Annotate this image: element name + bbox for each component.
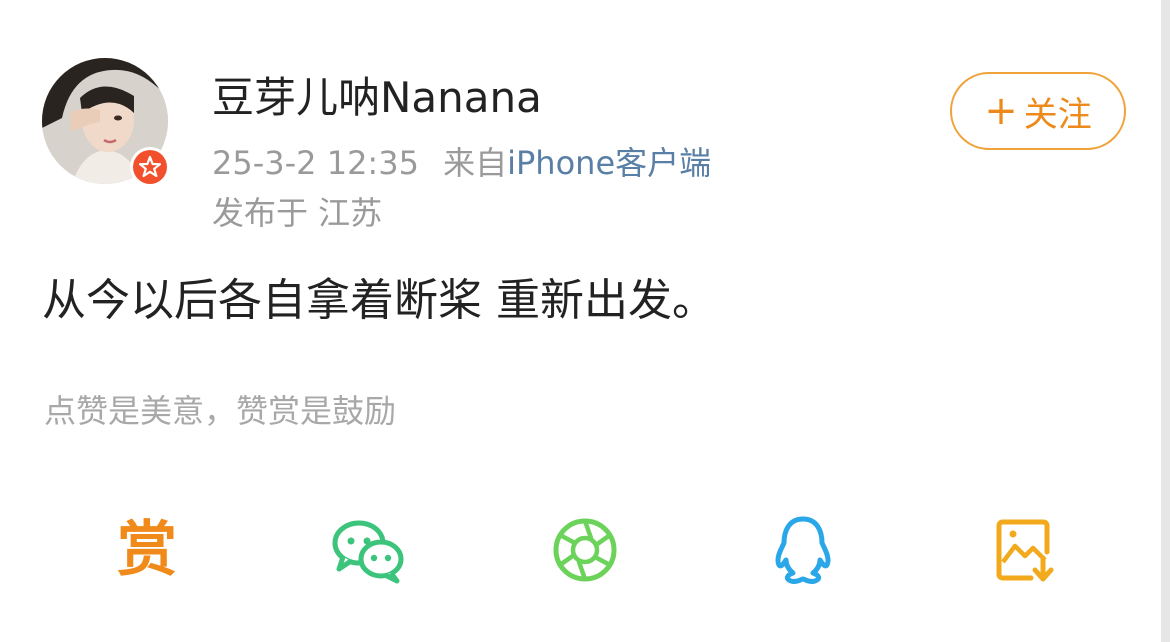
reward-note: 点赞是美意，赞赏是鼓励 — [44, 392, 397, 430]
post-text: 从今以后各自拿着断桨 重新出发。 — [42, 275, 716, 326]
source-client[interactable]: iPhone客户端 — [507, 144, 711, 182]
post-meta: 25-3-2 12:35 来自iPhone客户端 — [212, 142, 711, 184]
reward-button[interactable]: 赏 — [102, 505, 192, 595]
reward-icon: 赏 — [117, 515, 177, 585]
save-image-button[interactable] — [980, 505, 1070, 595]
share-qq-button[interactable] — [758, 505, 848, 595]
screen-edge — [1161, 0, 1170, 642]
source-prefix: 来自 — [443, 144, 508, 182]
post-location: 发布于 江苏 — [212, 194, 383, 232]
share-moments-button[interactable] — [540, 505, 630, 595]
wechat-icon — [332, 520, 404, 584]
author-name[interactable]: 豆芽儿呐Nanana — [212, 70, 542, 126]
follow-label: 关注 — [1023, 94, 1092, 135]
qq-icon — [775, 516, 831, 585]
verified-badge-icon — [130, 147, 170, 187]
share-bar: 赏 — [0, 505, 1161, 595]
moments-icon — [553, 518, 617, 582]
follow-button[interactable]: + 关注 — [950, 72, 1126, 150]
save-image-icon — [996, 519, 1054, 582]
plus-icon: + — [984, 88, 1018, 134]
share-wechat-button[interactable] — [324, 505, 414, 595]
post-time: 25-3-2 12:35 — [212, 144, 419, 182]
